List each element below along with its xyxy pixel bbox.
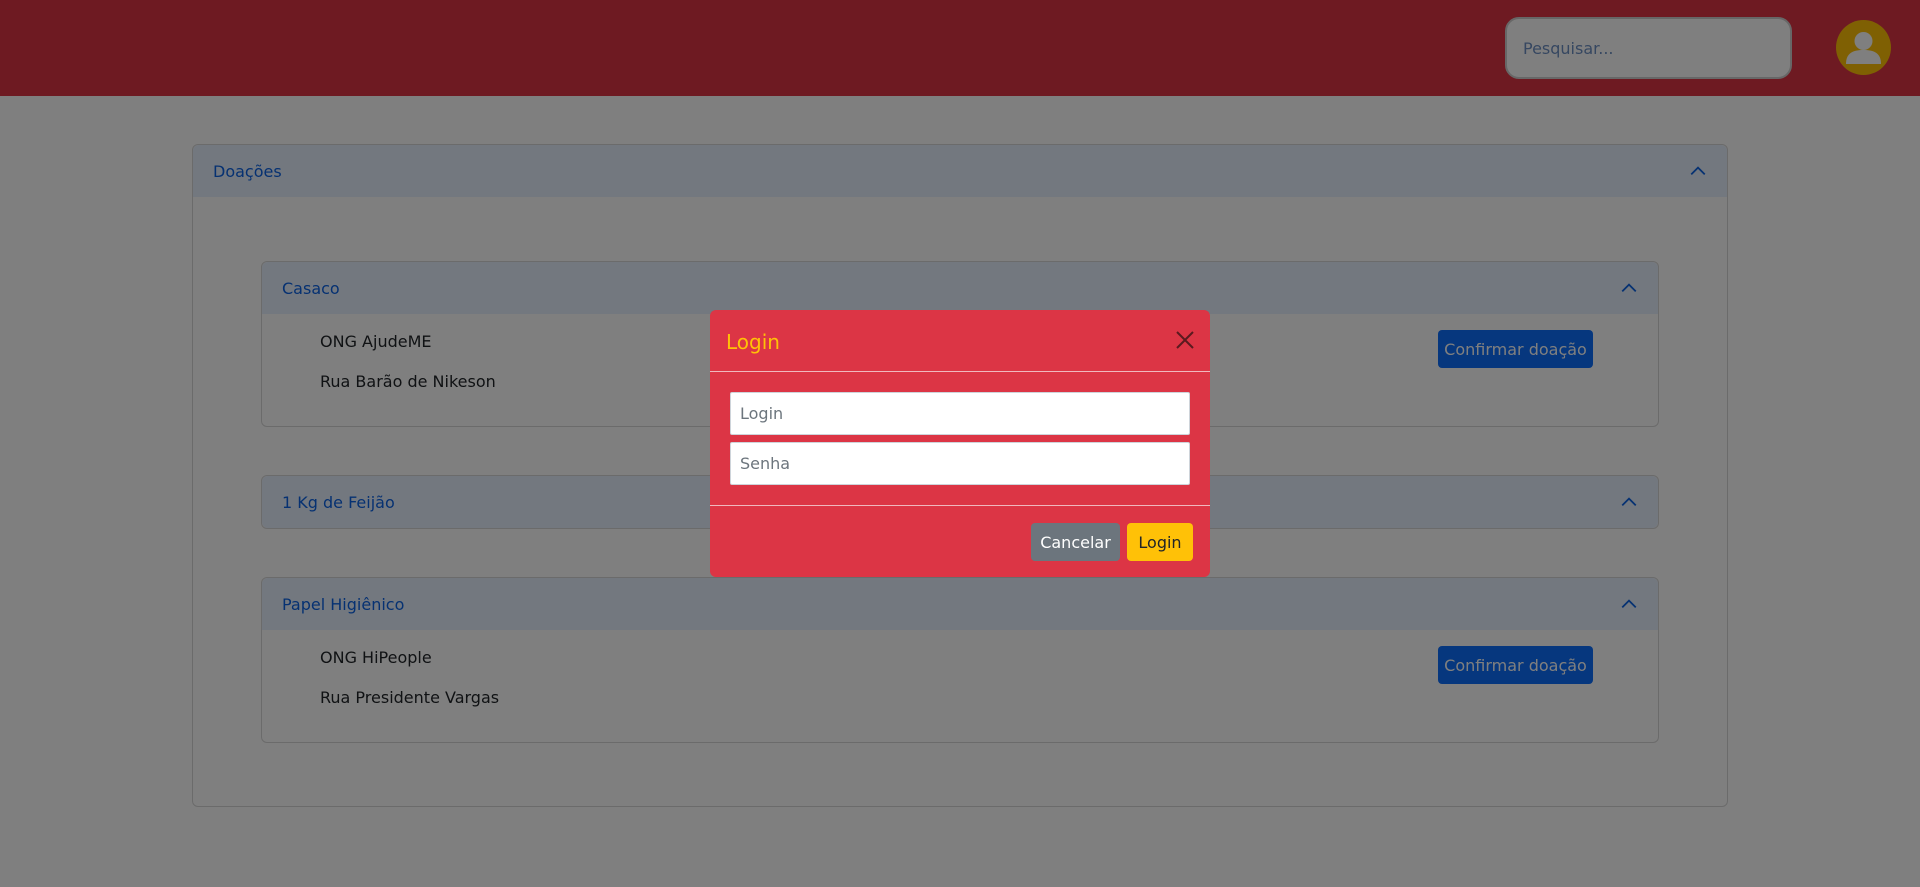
login-input[interactable] — [730, 392, 1190, 435]
login-button[interactable]: Login — [1127, 523, 1193, 561]
modal-header-divider — [710, 371, 1210, 372]
cancel-button[interactable]: Cancelar — [1031, 523, 1120, 561]
modal-footer-divider — [710, 505, 1210, 506]
password-input[interactable] — [730, 442, 1190, 485]
login-modal: Login Cancelar Login — [710, 310, 1210, 577]
close-icon[interactable] — [1174, 329, 1196, 351]
modal-title: Login — [726, 330, 780, 354]
